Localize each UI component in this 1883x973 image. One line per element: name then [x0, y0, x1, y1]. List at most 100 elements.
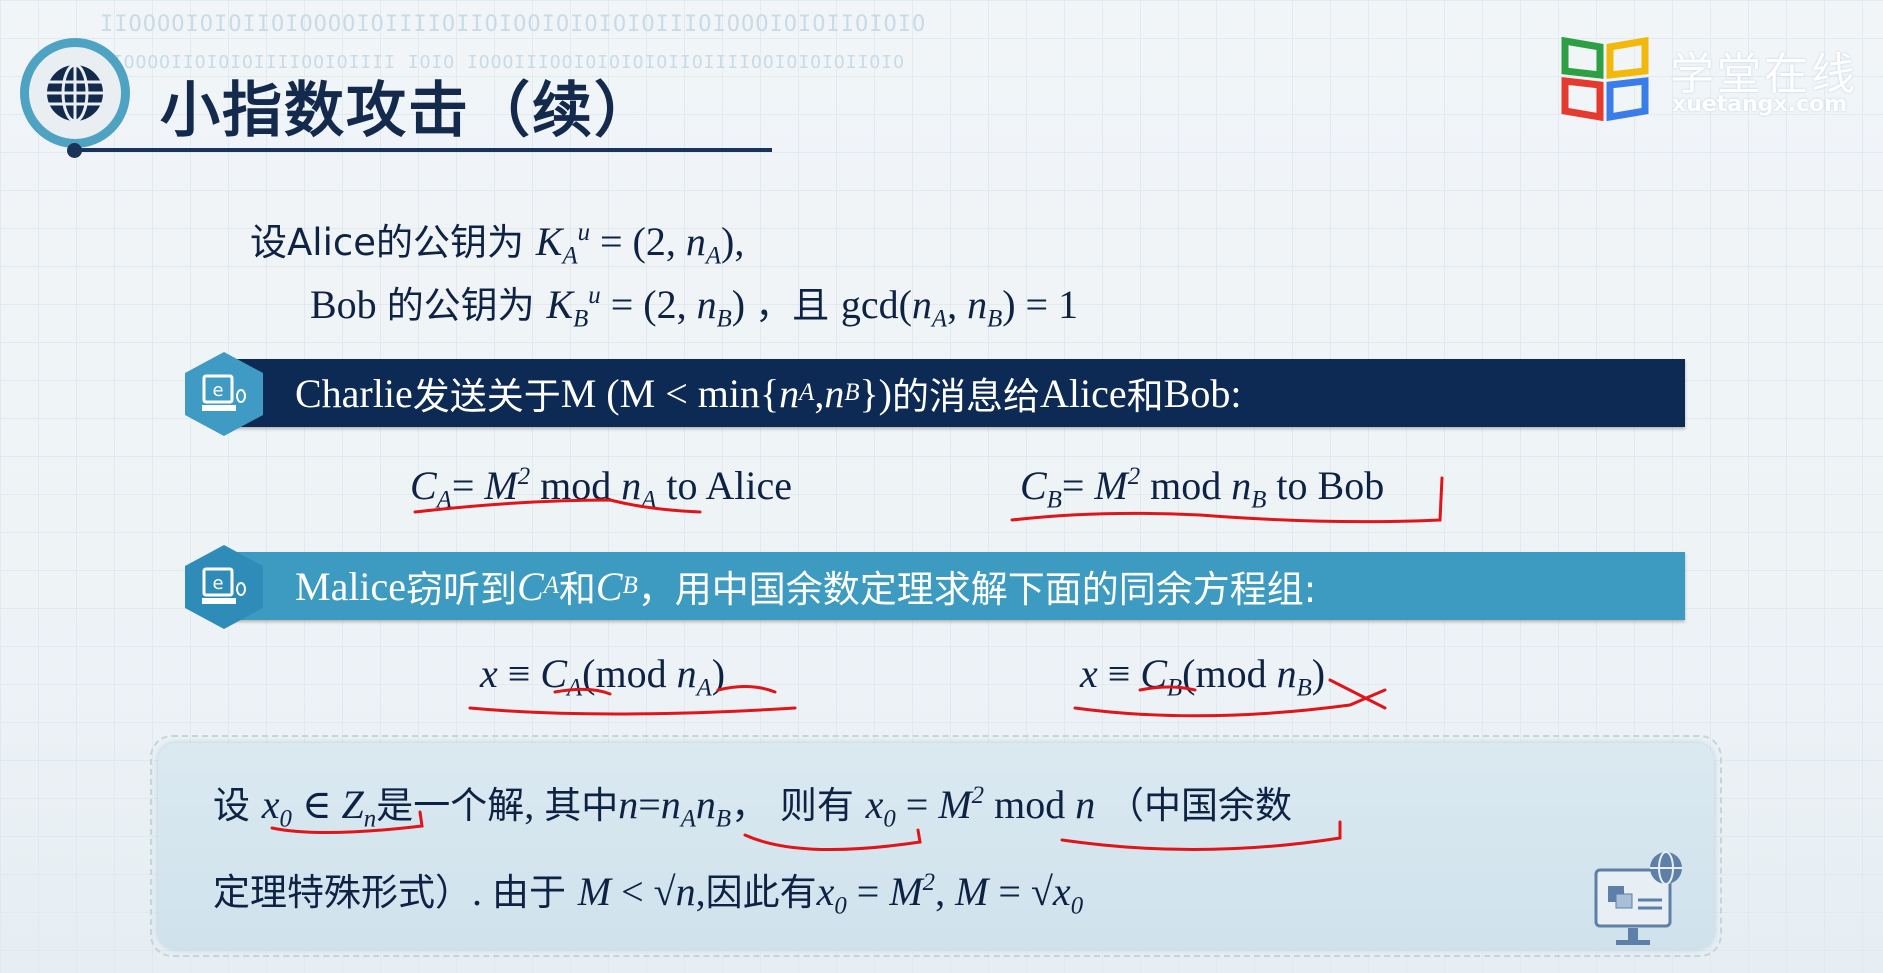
text-segment: n — [675, 869, 696, 914]
text-segment: ≡ — [497, 651, 541, 696]
text-segment: }) — [859, 370, 893, 416]
text-segment: C — [517, 563, 544, 609]
svg-text:e: e — [212, 573, 223, 594]
text-segment: Bob — [310, 282, 387, 327]
text-segment: M (M < min{ — [560, 370, 780, 416]
text-segment: 因此有 — [705, 871, 817, 914]
text-segment: Charlie — [295, 370, 413, 416]
text-segment: , — [935, 869, 956, 914]
text-segment: x — [816, 869, 835, 914]
ciphertext-b: CB= M2 mod nB to Bob — [1020, 462, 1384, 515]
text-segment: C — [1140, 651, 1168, 696]
text-segment: u — [577, 219, 590, 247]
text-segment: n — [967, 282, 988, 327]
text-segment: u — [588, 282, 601, 310]
text-segment: = — [638, 782, 661, 827]
text-segment: M — [889, 869, 923, 914]
globe-icon — [20, 38, 130, 148]
text-segment: n — [685, 219, 706, 264]
text-segment: B — [1251, 486, 1267, 514]
text-segment: 的公钥为 — [386, 284, 547, 327]
conclusion-line-1: 设 x0 ∈ Zn是一个解, 其中n=nAnB， 则有 x0 = M2 mod … — [213, 775, 1292, 834]
congruence-b: x ≡ CB(mod nB) — [1080, 650, 1325, 703]
text-segment: n — [696, 282, 717, 327]
text-segment: A — [543, 572, 559, 599]
text-segment: 2 — [922, 869, 936, 897]
text-segment: A — [641, 486, 657, 514]
xuetangx-logo-icon — [1560, 35, 1650, 130]
text-segment: , — [947, 282, 968, 327]
text-segment: = — [451, 463, 485, 508]
svg-text:e: e — [212, 380, 223, 401]
text-segment: B — [844, 379, 860, 406]
text-segment: K — [535, 219, 563, 264]
text-segment: n — [779, 370, 800, 416]
text-segment: 0 — [834, 892, 847, 920]
text-segment: B — [1296, 674, 1312, 702]
text-segment: . — [472, 869, 492, 914]
text-segment: (mod — [582, 651, 677, 696]
bob-key-line: Bob 的公钥为 KBu = (2, nB) ，且 gcd(nA, nB) = … — [310, 275, 1078, 334]
text-segment: 其中 — [544, 784, 619, 827]
text-segment: = — [846, 869, 890, 914]
text-segment: = √ — [988, 869, 1053, 914]
text-segment: B — [715, 805, 732, 833]
text-segment: 2 — [517, 463, 531, 491]
ciphertext-a: CA= M2 mod nA to Alice — [410, 462, 792, 515]
page-title: 小指数攻击（续） — [160, 76, 656, 146]
text-segment: B — [1167, 674, 1183, 702]
malice-banner: Malice 窃听到 C A 和 C B ，用中国余数定理求解下面的同余方程组: — [230, 552, 1685, 620]
text-segment: 2 — [1127, 463, 1141, 491]
text-segment: ， 则有 — [731, 784, 866, 827]
text-segment: n — [1231, 463, 1252, 508]
text-segment: C — [410, 463, 437, 508]
text-segment: A — [931, 305, 948, 333]
text-segment: 设Alice的公钥为 — [250, 221, 536, 264]
text-segment: , — [695, 869, 706, 914]
text-segment: n — [1276, 651, 1297, 696]
text-segment: (mod — [1182, 651, 1277, 696]
text-segment: mod — [1140, 463, 1232, 508]
alice-key-line: 设Alice的公钥为 KAu = (2, nA), — [250, 212, 744, 271]
text-segment: 的消息给 — [892, 375, 1041, 418]
text-segment: , — [814, 370, 825, 416]
text-segment: 0 — [1070, 892, 1084, 920]
text-segment: n — [695, 782, 716, 827]
text-segment: B — [716, 305, 732, 333]
logo-domain: xuetangx.com — [1672, 92, 1848, 117]
text-segment: 发送关于 — [412, 375, 561, 418]
text-segment: Z — [341, 782, 364, 827]
text-segment: ≡ — [1097, 651, 1141, 696]
text-segment: C — [540, 651, 568, 696]
text-segment: A — [562, 242, 578, 270]
text-segment: 和 — [558, 568, 596, 611]
text-segment: n — [618, 782, 639, 827]
text-segment: gcd( — [840, 282, 912, 327]
text-segment: mod — [530, 463, 622, 508]
text-segment: ) — [1311, 651, 1326, 696]
text-segment: A — [799, 379, 815, 406]
text-segment: x — [480, 651, 498, 696]
title-underline — [75, 148, 772, 152]
text-segment: A — [696, 674, 712, 702]
text-segment: = (2, — [600, 282, 697, 327]
text-segment: 0 — [279, 805, 292, 833]
text-segment: 0 — [883, 805, 896, 833]
text-segment: M — [484, 463, 518, 508]
text-segment: K — [546, 282, 574, 327]
text-segment: Alice — [1040, 370, 1127, 416]
conclusion-line-2: 定理特殊形式）. 由于 M < √n,因此有x0 = M2, M = √x0 — [213, 862, 1083, 921]
text-segment: ∈ — [291, 782, 342, 827]
text-segment: x — [1052, 869, 1071, 914]
text-segment: n — [676, 651, 697, 696]
text-segment: M — [1094, 463, 1128, 508]
text-segment: x — [865, 782, 884, 827]
text-segment: n — [363, 805, 377, 833]
charlie-banner: Charlie 发送关于 M (M < min{n A, n B}) 的消息给 Alice… — [230, 359, 1685, 427]
text-segment: A — [436, 486, 452, 514]
text-segment: C — [1020, 463, 1047, 508]
text-segment: A — [680, 805, 696, 833]
text-segment: B — [987, 305, 1003, 333]
text-segment: Bob: — [1163, 370, 1242, 416]
text-segment: A — [567, 674, 583, 702]
